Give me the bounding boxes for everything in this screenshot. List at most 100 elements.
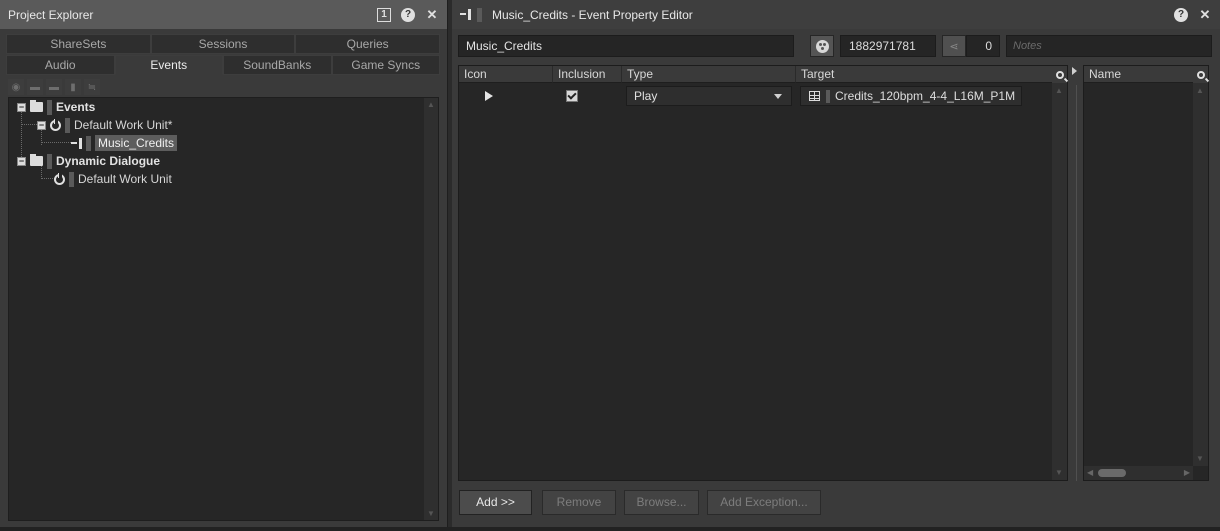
tree-label: Dynamic Dialogue: [56, 154, 161, 168]
reference-count: 0: [966, 35, 1000, 57]
collapse-icon[interactable]: −: [17, 156, 26, 166]
tree-node-events[interactable]: − Events: [17, 98, 95, 116]
project-explorer-titlebar: Project Explorer 1 ? ✕: [0, 0, 447, 29]
color-swatch: [47, 153, 52, 169]
notes-field[interactable]: Notes: [1006, 35, 1212, 57]
color-swatch: [826, 90, 830, 103]
tree-vertical-scrollbar[interactable]: ▲ ▼: [424, 98, 438, 520]
tree-label: Events: [56, 100, 96, 114]
scroll-left-icon[interactable]: ◀: [1087, 468, 1093, 477]
tab-soundbanks[interactable]: SoundBanks: [223, 55, 332, 75]
tree-label: Default Work Unit: [78, 172, 172, 186]
new-event-icon[interactable]: ▮: [65, 79, 81, 95]
tree-guide: [41, 142, 71, 143]
title-event-icon-group: [460, 7, 486, 22]
tab-row-lower: Audio Events SoundBanks Game Syncs: [6, 55, 440, 75]
scroll-down-icon[interactable]: ▼: [1193, 454, 1207, 463]
tree-guide: [41, 178, 55, 179]
exceptions-list: Name ▲ ▼ ◀ ▶: [1083, 65, 1209, 481]
new-folder-icon[interactable]: ▬: [27, 79, 43, 95]
tab-events[interactable]: Events: [114, 55, 223, 75]
project-explorer-panel: Project Explorer 1 ? ✕ ShareSets Session…: [0, 0, 448, 531]
explorer-tree: − Events − Default Work Unit* Music_Cred…: [8, 97, 439, 521]
tab-audio[interactable]: Audio: [6, 55, 115, 75]
new-work-unit-icon[interactable]: ◉: [8, 79, 24, 95]
tree-label: Music_Credits: [95, 135, 178, 151]
actions-list: Icon Inclusion Type Target Play Credits_…: [458, 65, 1068, 481]
tree-node-dynamic-dialogue[interactable]: − Dynamic Dialogue: [17, 152, 160, 170]
explorer-toolbar: ◉ ▬ ▬ ▮ ≒: [8, 79, 100, 95]
view-number-icon[interactable]: 1: [377, 7, 391, 22]
action-row[interactable]: Play Credits_120bpm_4-4_L16M_P1M: [459, 85, 1052, 107]
tab-game-syncs[interactable]: Game Syncs: [331, 55, 440, 75]
event-editor-titlebar: Music_Credits - Event Property Editor ? …: [452, 0, 1220, 29]
column-header-type[interactable]: Type: [622, 66, 796, 83]
color-palette-button[interactable]: [810, 35, 834, 57]
add-button[interactable]: Add >>: [459, 490, 532, 515]
tree-node-default-work-unit[interactable]: Default Work Unit: [54, 170, 172, 188]
column-header-name[interactable]: Name: [1084, 66, 1195, 83]
add-exception-button[interactable]: Add Exception...: [707, 490, 821, 515]
event-name-field[interactable]: Music_Credits: [458, 35, 794, 57]
tab-row-upper: ShareSets Sessions Queries: [6, 34, 441, 54]
magnifier-icon: [1196, 70, 1205, 79]
column-header-inclusion[interactable]: Inclusion: [553, 66, 622, 83]
bottom-border: [0, 527, 1220, 531]
tab-sharesets[interactable]: ShareSets: [6, 34, 151, 54]
search-icon[interactable]: [1193, 66, 1208, 83]
project-explorer-title: Project Explorer: [8, 7, 94, 22]
folder-icon: [30, 100, 43, 112]
event-header-fields: Music_Credits 1882971781 ⋖ 0 Notes: [458, 35, 1212, 57]
exceptions-vertical-scrollbar[interactable]: ▲ ▼: [1193, 83, 1208, 466]
music-playlist-icon: [809, 91, 820, 101]
actions-vertical-scrollbar[interactable]: ▲ ▼: [1052, 83, 1067, 480]
tree-node-default-work-unit-modified[interactable]: − Default Work Unit*: [37, 116, 172, 134]
action-target-field[interactable]: Credits_120bpm_4-4_L16M_P1M: [800, 86, 1022, 106]
color-swatch: [86, 135, 91, 151]
help-icon[interactable]: ?: [1174, 7, 1188, 22]
tree-guide: [21, 124, 37, 125]
scroll-up-icon[interactable]: ▲: [1193, 86, 1207, 95]
play-icon: [485, 91, 493, 101]
event-icon: [460, 9, 471, 20]
remove-button[interactable]: Remove: [542, 490, 616, 515]
panel-splitter[interactable]: [1072, 65, 1079, 481]
tab-queries[interactable]: Queries: [295, 34, 441, 54]
tree-node-music-credits[interactable]: Music_Credits: [71, 134, 178, 152]
search-icon[interactable]: [1052, 66, 1067, 83]
event-editor-title: Music_Credits - Event Property Editor: [492, 7, 693, 22]
inclusion-checkbox[interactable]: [566, 90, 578, 102]
scroll-up-icon[interactable]: ▲: [1052, 86, 1066, 95]
color-swatch: [69, 171, 74, 187]
scroll-up-icon[interactable]: ▲: [424, 100, 438, 109]
tree-label: Default Work Unit*: [74, 118, 173, 132]
browse-button[interactable]: Browse...: [624, 490, 699, 515]
collapse-icon[interactable]: −: [37, 120, 46, 130]
column-header-icon[interactable]: Icon: [459, 66, 553, 83]
scroll-thumb[interactable]: [1098, 469, 1126, 477]
palette-icon: [815, 39, 829, 53]
exceptions-horizontal-scrollbar[interactable]: ◀ ▶: [1084, 466, 1193, 480]
scroll-down-icon[interactable]: ▼: [1052, 468, 1066, 477]
folder-icon: [30, 154, 43, 166]
scroll-right-icon[interactable]: ▶: [1184, 468, 1190, 477]
work-unit-icon: [54, 172, 65, 185]
color-swatch: [477, 7, 482, 22]
work-unit-icon: [50, 118, 61, 131]
short-id-field[interactable]: 1882971781: [840, 35, 936, 57]
close-icon[interactable]: ✕: [425, 8, 439, 22]
new-virtual-folder-icon[interactable]: ▬: [46, 79, 62, 95]
collapse-icon[interactable]: −: [17, 102, 26, 112]
event-property-editor-panel: Music_Credits - Event Property Editor ? …: [452, 0, 1220, 531]
expand-arrow-icon[interactable]: [1072, 67, 1077, 75]
scroll-down-icon[interactable]: ▼: [424, 509, 438, 518]
column-header-target[interactable]: Target: [796, 66, 1055, 83]
event-icon: [71, 137, 82, 149]
new-dialogue-event-icon[interactable]: ≒: [84, 79, 100, 95]
action-type-select[interactable]: Play: [626, 86, 792, 106]
help-icon[interactable]: ?: [401, 7, 415, 22]
action-target-value: Credits_120bpm_4-4_L16M_P1M: [835, 89, 1016, 103]
close-icon[interactable]: ✕: [1198, 8, 1212, 22]
tab-sessions[interactable]: Sessions: [150, 34, 296, 54]
share-icon[interactable]: ⋖: [942, 35, 966, 57]
